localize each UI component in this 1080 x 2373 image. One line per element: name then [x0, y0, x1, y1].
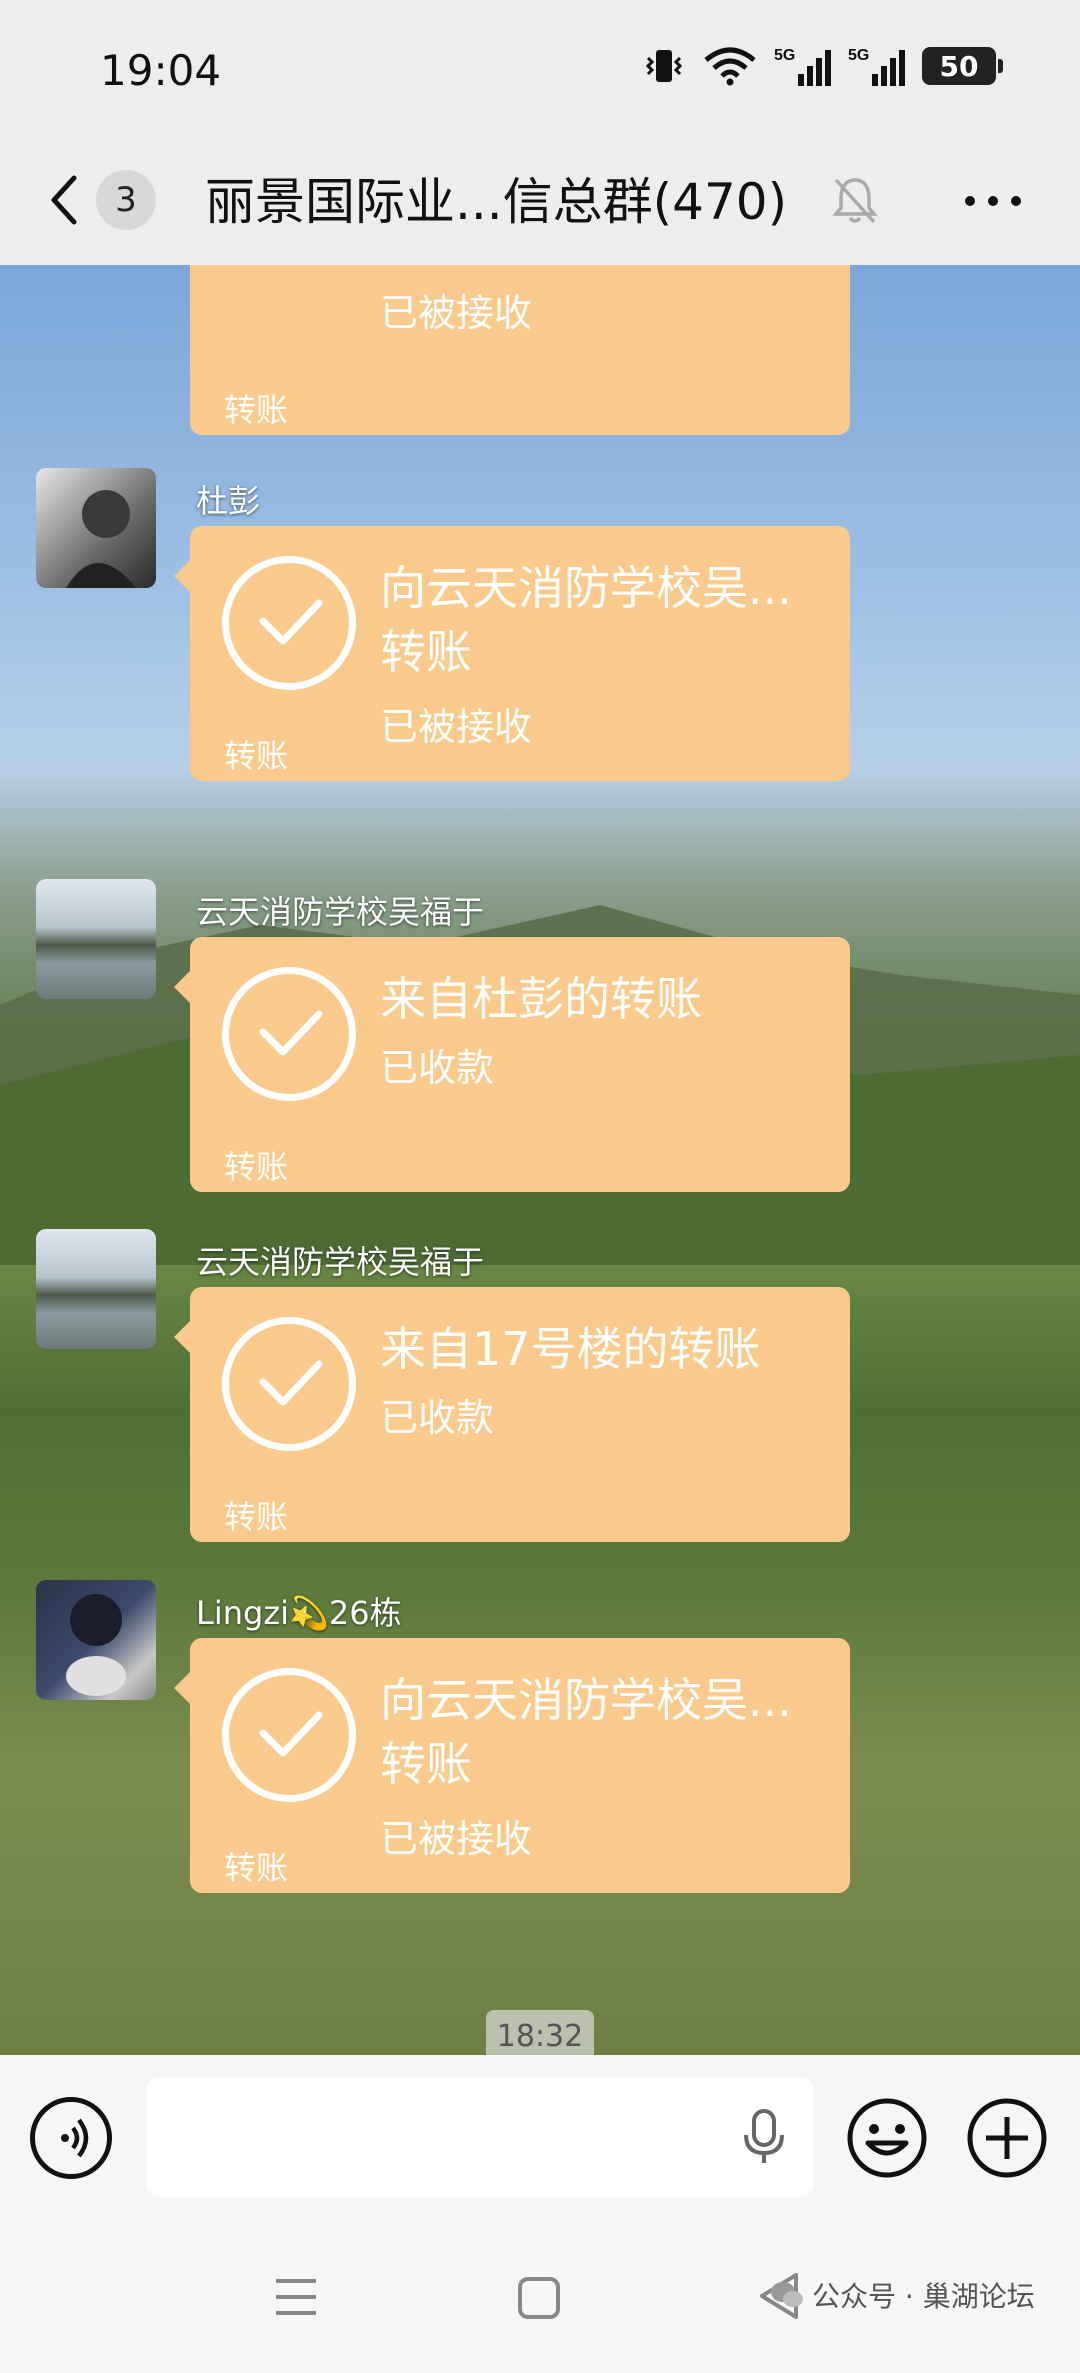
- microphone-icon[interactable]: [742, 2109, 786, 2169]
- watermark-text: 公众号 · 巢湖论坛: [812, 2280, 1035, 2313]
- message-input[interactable]: [146, 2077, 814, 2197]
- transfer-title: 来自杜彭的转账: [380, 972, 702, 1026]
- transfer-label: 转账: [224, 1148, 289, 1186]
- back-button[interactable]: [44, 170, 84, 230]
- chat-header: 3 丽景国际业...信总群(470): [0, 140, 1080, 265]
- status-bar: 19:04 5G 5G 50: [0, 0, 1080, 140]
- transfer-label: 转账: [224, 1849, 289, 1887]
- sender-name: 云天消防学校吴福于: [196, 893, 485, 931]
- check-circle-icon: [222, 967, 356, 1101]
- transfer-label: 转账: [224, 1498, 289, 1536]
- transfer-status: 已收款: [380, 1396, 495, 1440]
- transfer-bubble[interactable]: 向云天消防学校吴...转账 已被接收 已被接收 转账: [174, 526, 850, 781]
- transfer-status: 已被接收: [380, 1817, 533, 1861]
- home-square-icon[interactable]: [516, 2275, 562, 2325]
- avatar[interactable]: [36, 1580, 156, 1700]
- sender-name: 杜彭: [196, 482, 261, 520]
- emoji-button[interactable]: [846, 2097, 928, 2179]
- unread-count-badge[interactable]: 3: [96, 170, 156, 230]
- message-timestamp: 18:32: [486, 2010, 594, 2055]
- avatar[interactable]: [36, 468, 156, 588]
- system-nav-bar: 公众号 · 巢湖论坛: [0, 2225, 1080, 2373]
- voice-input-button[interactable]: [30, 2097, 112, 2179]
- svg-text:5G: 5G: [774, 47, 795, 64]
- input-bar: [0, 2055, 1080, 2225]
- add-more-button[interactable]: [966, 2097, 1048, 2179]
- group-title: 丽景国际业...信总群(470): [205, 173, 788, 231]
- transfer-status: 已被接收: [380, 291, 533, 335]
- signal-5g-icon-2: 5G: [848, 44, 906, 88]
- vibrate-icon: [642, 46, 686, 86]
- transfer-label: 转账: [224, 391, 289, 429]
- check-circle-icon: [222, 556, 356, 690]
- transfer-bubble[interactable]: 已被接收 转账: [190, 265, 850, 435]
- transfer-status: 已被接收: [380, 705, 533, 749]
- mute-bell-icon: [830, 170, 880, 230]
- transfer-bubble[interactable]: 来自杜彭的转账 已收款 转账: [174, 937, 850, 1192]
- svg-text:5G: 5G: [848, 47, 869, 64]
- transfer-title: 向云天消防学校吴...转账: [380, 561, 792, 679]
- watermark: 公众号 · 巢湖论坛: [770, 2275, 1035, 2315]
- check-circle-icon: [222, 1668, 356, 1802]
- status-time: 19:04: [100, 46, 222, 95]
- recents-menu-icon[interactable]: [272, 2273, 320, 2325]
- transfer-label: 转账: [224, 737, 289, 775]
- transfer-bubble[interactable]: 来自17号楼的转账 已收款 转账: [174, 1287, 850, 1542]
- avatar[interactable]: [36, 879, 156, 999]
- transfer-title: 向云天消防学校吴...转账: [380, 1673, 792, 1791]
- wechat-icon: [771, 2282, 803, 2307]
- battery-icon: 50: [922, 47, 1003, 85]
- transfer-title: 来自17号楼的转账: [380, 1322, 761, 1376]
- sender-name: 云天消防学校吴福于: [196, 1243, 485, 1281]
- more-options-button[interactable]: [962, 176, 1024, 226]
- transfer-status: 已收款: [380, 1046, 495, 1090]
- avatar[interactable]: [36, 1229, 156, 1349]
- sender-name: Lingzi💫26栋: [196, 1594, 402, 1632]
- signal-5g-icon: 5G: [774, 44, 832, 88]
- transfer-bubble[interactable]: 向云天消防学校吴...转账 已被接收 转账: [174, 1638, 850, 1893]
- wifi-icon: [702, 46, 758, 86]
- check-circle-icon: [222, 1317, 356, 1451]
- chat-area[interactable]: 已被接收 转账 杜彭 向云天消防学校吴...转账 已被接收 已被接收 转账 云天…: [0, 265, 1080, 2055]
- status-icons: 5G 5G 50: [642, 44, 1003, 88]
